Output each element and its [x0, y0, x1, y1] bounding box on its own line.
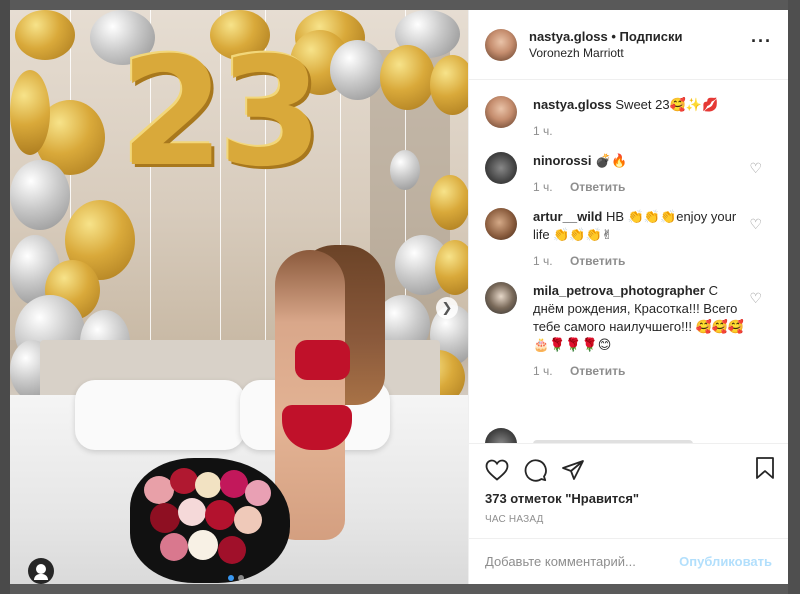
share-plane-icon [562, 460, 584, 480]
comment-input[interactable] [485, 554, 680, 569]
gold-balloon [435, 240, 468, 295]
comment-text: Sweet 23🥰✨💋 [615, 97, 719, 112]
comment-time[interactable]: 1 ч. [533, 124, 553, 138]
author-avatar[interactable] [485, 28, 517, 61]
carousel-dot [228, 575, 234, 581]
carousel-dot [238, 575, 244, 581]
comment-username[interactable]: mila_petrova_photographer [533, 283, 705, 298]
author-username[interactable]: nastya.gloss [529, 29, 608, 44]
heart-outline-icon: ♡ [749, 216, 762, 232]
save-button[interactable] [754, 456, 776, 483]
caption-body: nastya.gloss Sweet 23🥰✨💋 1 ч. [533, 96, 772, 138]
post-photo[interactable]: 23 ❯ [10, 10, 468, 584]
post-side-panel: nastya.gloss • Подписки Voronezh Marriot… [468, 10, 788, 584]
heart-outline-icon: ♡ [749, 290, 762, 306]
comment-body: mila_petrova_photographer С днём рождени… [533, 282, 772, 378]
photo-bouquet [130, 458, 290, 583]
modal-backdrop-right[interactable] [788, 0, 800, 594]
user-tag-icon [36, 564, 46, 574]
comment-username[interactable]: artur__wild [533, 209, 602, 224]
commenter-avatar[interactable] [485, 428, 517, 443]
following-button[interactable]: Подписки [620, 29, 683, 44]
comment-bubble-icon [524, 459, 547, 482]
caption: nastya.gloss Sweet 23🥰✨💋 1 ч. [485, 96, 772, 138]
post-timestamp[interactable]: ЧАС НАЗАД [485, 514, 772, 525]
gold-balloon [430, 175, 468, 230]
header-separator: • [607, 28, 620, 44]
tagged-users-button[interactable] [28, 558, 54, 584]
comment-text: 💣🔥 [595, 153, 628, 168]
gold-balloon [15, 10, 75, 60]
heart-icon [485, 459, 509, 481]
comments-list[interactable]: nastya.gloss Sweet 23🥰✨💋 1 ч. ninorossi … [469, 80, 788, 443]
author-avatar[interactable] [485, 96, 517, 128]
comment-time[interactable]: 1 ч. [533, 254, 553, 268]
post-actions: 373 отметок "Нравится" ЧАС НАЗАД [469, 443, 788, 538]
comment-meta: 1 ч. Ответить [533, 180, 746, 194]
heart-outline-icon: ♡ [749, 160, 762, 176]
comment-meta: 1 ч. Ответить [533, 254, 746, 268]
comment-item: artur__wild HB 👏👏👏enjoy your life 👏👏👏✌ 1… [485, 208, 772, 268]
likes-count[interactable]: 373 отметок "Нравится" [485, 490, 772, 508]
comment-like-button[interactable]: ♡ [749, 290, 762, 306]
comment-button[interactable] [523, 455, 561, 485]
chevron-right-icon: ❯ [441, 300, 453, 315]
bookmark-icon [756, 457, 774, 479]
commenter-avatar[interactable] [485, 152, 517, 184]
like-button[interactable] [485, 455, 523, 485]
comment-time[interactable]: 1 ч. [533, 180, 553, 194]
modal-backdrop-left[interactable] [0, 0, 10, 594]
photo-pillow [75, 380, 245, 450]
comment-username[interactable]: ninorossi [533, 153, 592, 168]
share-button[interactable] [561, 455, 599, 485]
publish-comment-button[interactable]: Опубликовать [679, 554, 772, 569]
more-dots-icon: ··· [751, 31, 772, 51]
silver-balloon [10, 160, 70, 230]
comment-body: ninorossi 💣🔥 1 ч. Ответить [533, 152, 772, 194]
more-options-button[interactable]: ··· [751, 32, 772, 50]
comment-composer: Опубликовать [469, 538, 788, 584]
comment-like-button[interactable]: ♡ [749, 216, 762, 232]
comment-item: ninorossi 💣🔥 1 ч. Ответить ♡ [485, 152, 772, 194]
number-balloons: 23 [120, 26, 323, 200]
next-photo-button[interactable]: ❯ [436, 297, 458, 319]
commenter-avatar[interactable] [485, 208, 517, 240]
post-location[interactable]: Voronezh Marriott [529, 45, 682, 61]
reply-button[interactable]: Ответить [570, 364, 625, 378]
photo-lingerie-top [295, 340, 350, 380]
post-header-text: nastya.gloss • Подписки Voronezh Marriot… [529, 29, 682, 61]
comment-item: mila_petrova_photographer С днём рождени… [485, 282, 772, 378]
silver-balloon [390, 150, 420, 190]
silver-balloon [330, 40, 385, 100]
photo-figure [275, 250, 345, 540]
carousel-indicator [228, 575, 244, 581]
comment-like-button[interactable]: ♡ [749, 160, 762, 176]
gold-balloon [10, 70, 50, 155]
comment-item-partial [485, 428, 693, 443]
modal-backdrop-bottom[interactable] [10, 585, 788, 594]
post-header: nastya.gloss • Подписки Voronezh Marriot… [469, 10, 788, 80]
comment-body: artur__wild HB 👏👏👏enjoy your life 👏👏👏✌ 1… [533, 208, 772, 268]
gold-balloon [380, 45, 435, 110]
commenter-avatar[interactable] [485, 282, 517, 314]
reply-button[interactable]: Ответить [570, 180, 625, 194]
comment-meta: 1 ч. [533, 124, 746, 138]
comment-username[interactable]: nastya.gloss [533, 97, 612, 112]
reply-button[interactable]: Ответить [570, 254, 625, 268]
comment-time[interactable]: 1 ч. [533, 364, 553, 378]
gold-balloon [430, 55, 468, 115]
action-buttons [485, 452, 772, 488]
comment-meta: 1 ч. Ответить [533, 364, 746, 378]
